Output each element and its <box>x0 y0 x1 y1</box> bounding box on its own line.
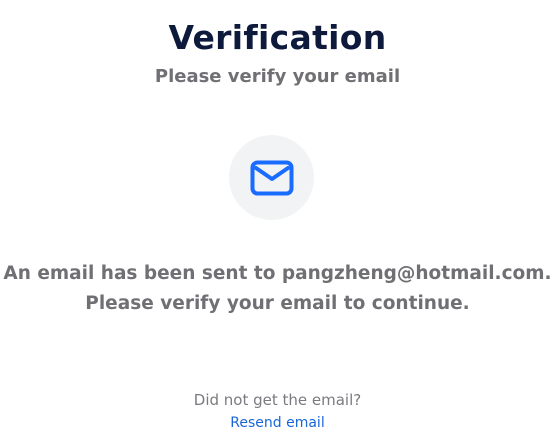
resend-link-container: Resend email <box>0 413 555 433</box>
resend-email-link[interactable]: Resend email <box>230 415 324 431</box>
verification-page: Verification Please verify your email An… <box>0 0 555 443</box>
mail-icon-container <box>229 135 314 220</box>
mail-icon <box>250 160 293 195</box>
message-line-2: Please verify your email to continue. <box>85 293 470 314</box>
page-subtitle: Please verify your email <box>154 66 401 87</box>
verification-message: An email has been sent to pangzheng@hotm… <box>0 259 555 319</box>
message-line-1: An email has been sent to pangzheng@hotm… <box>3 263 552 284</box>
resend-question: Did not get the email? <box>193 391 362 409</box>
page-title: Verification <box>168 18 387 57</box>
